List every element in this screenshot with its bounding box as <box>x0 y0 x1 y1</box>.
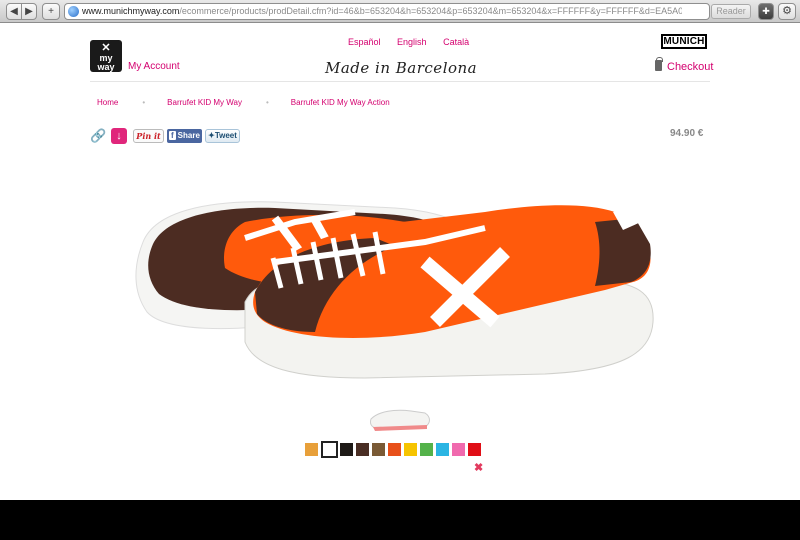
breadcrumb-separator: • <box>265 98 269 107</box>
browser-toolbar: ◀ ▶ + www.munichmyway.com/ecommerce/prod… <box>0 0 800 23</box>
color-swatch[interactable] <box>388 443 401 456</box>
color-swatch[interactable] <box>436 443 449 456</box>
breadcrumb-separator: • <box>142 98 146 107</box>
facebook-icon: f <box>169 131 176 140</box>
tweet-label: Tweet <box>214 131 237 140</box>
product-thumbnail[interactable] <box>365 403 435 433</box>
color-swatch[interactable] <box>404 443 417 456</box>
facebook-share-button[interactable]: f Share <box>167 129 202 143</box>
tweet-button[interactable]: ✦Tweet <box>205 129 240 143</box>
twitter-bird-icon: ✦ <box>208 131 215 140</box>
breadcrumb-category[interactable]: Barrufet KID My Way <box>167 98 242 107</box>
header-divider <box>90 81 710 82</box>
url-path: /ecommerce/products/prodDetail.cfm?id=46… <box>179 6 682 16</box>
extension-button[interactable]: ✚ <box>758 3 774 20</box>
color-swatch[interactable] <box>340 443 353 456</box>
my-account-link[interactable]: My Account <box>128 61 180 72</box>
tagline: Made in Barcelona <box>325 59 478 77</box>
download-icon[interactable]: ↓ <box>111 128 127 144</box>
reader-button[interactable]: Reader <box>711 4 751 19</box>
pinterest-pin-button[interactable]: Pin it <box>133 129 164 143</box>
lang-catala[interactable]: Català <box>443 37 469 47</box>
product-price: 94.90 € <box>670 128 704 139</box>
settings-gear-icon[interactable]: ⚙ <box>778 3 796 20</box>
forward-button[interactable]: ▶ <box>21 3 37 20</box>
breadcrumb-product[interactable]: Barrufet KID My Way Action <box>291 98 390 107</box>
color-swatch[interactable] <box>356 443 369 456</box>
address-bar[interactable]: www.munichmyway.com/ecommerce/products/p… <box>64 3 710 20</box>
color-swatch[interactable] <box>372 443 385 456</box>
color-swatch[interactable] <box>452 443 465 456</box>
link-icon[interactable]: 🔗 <box>90 129 106 144</box>
munich-brand-logo[interactable]: MUNICH <box>661 34 707 49</box>
breadcrumb-home[interactable]: Home <box>97 98 118 107</box>
shopping-bag-icon[interactable] <box>655 57 663 71</box>
facebook-share-label: Share <box>177 131 200 140</box>
color-swatch[interactable] <box>468 443 481 456</box>
myway-logo[interactable]: ✕ my way <box>90 40 122 72</box>
checkout-link[interactable]: Checkout <box>667 61 713 73</box>
url-text: www.munichmyway.com/ecommerce/products/p… <box>82 4 682 19</box>
globe-icon <box>68 6 79 17</box>
lang-espanol[interactable]: Español <box>348 37 381 47</box>
browser-window: ◀ ▶ + www.munichmyway.com/ecommerce/prod… <box>0 0 800 500</box>
url-host: www.munichmyway.com <box>82 6 180 16</box>
logo-text-bottom: way <box>97 62 115 72</box>
add-bookmark-button[interactable]: + <box>42 3 60 20</box>
language-selector: Español English Català <box>348 37 483 47</box>
lang-english[interactable]: English <box>397 37 427 47</box>
product-shoe-image <box>135 201 654 379</box>
color-swatch[interactable] <box>321 441 338 458</box>
back-button[interactable]: ◀ <box>6 3 22 20</box>
clear-selection-close-icon[interactable]: ✖ <box>474 461 483 474</box>
breadcrumb: Home • Barrufet KID My Way • Barrufet KID My… <box>97 98 390 107</box>
color-swatch[interactable] <box>305 443 318 456</box>
color-swatch[interactable] <box>420 443 433 456</box>
